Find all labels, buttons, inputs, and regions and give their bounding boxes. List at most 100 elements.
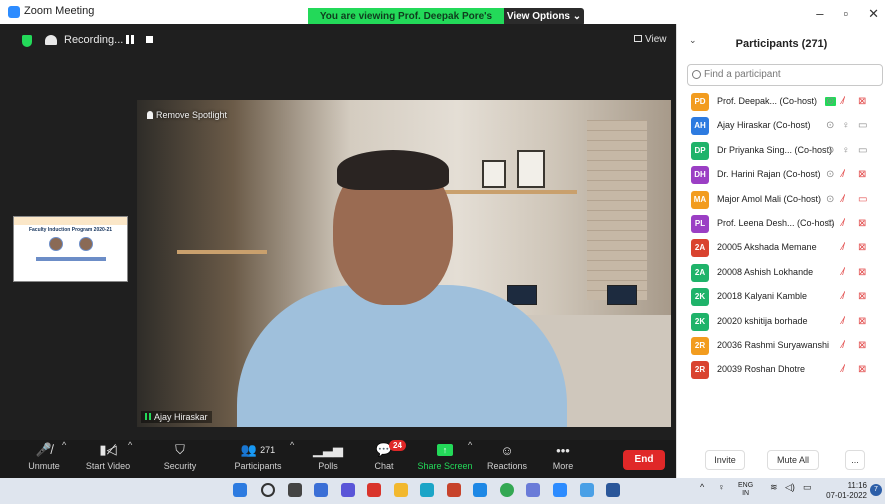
participant-row[interactable]: DH Dr. Harini Rajan (Co-host) ⊙ ⁄̸ ⊠ <box>677 163 885 187</box>
minimize-icon[interactable]: – <box>816 6 823 22</box>
participants-options-chevron[interactable]: ^ <box>290 440 294 478</box>
video-status-icon: ⊙ <box>826 217 835 229</box>
avatar: 2R <box>691 361 709 380</box>
camera-status-icon: ▭ <box>858 144 868 156</box>
mic-status-icon: ♀ <box>842 144 850 156</box>
teams-chat-icon[interactable] <box>341 483 355 497</box>
polls-button[interactable]: ▁▃▅ Polls <box>310 440 346 478</box>
more-button[interactable]: ••• More <box>546 440 580 478</box>
avatar: 2A <box>691 263 709 282</box>
audio-options-chevron[interactable]: ^ <box>62 440 66 478</box>
close-icon[interactable]: ✕ <box>868 6 879 22</box>
powerpoint-icon[interactable] <box>447 483 461 497</box>
video-options-chevron[interactable]: ^ <box>128 440 132 478</box>
mail-icon[interactable] <box>473 483 487 497</box>
monitor <box>607 285 637 305</box>
cloud-recording-icon <box>45 35 57 45</box>
mic-muted-icon: 🎤̸ <box>35 442 53 457</box>
taskbar-clock[interactable]: 11:16 07-01-2022 <box>826 481 867 501</box>
participants-button[interactable]: 👥 271 Participants <box>228 440 288 478</box>
participant-name: 20039 Roshan Dhotre <box>717 364 806 375</box>
participant-name: Dr Priyanka Sing... (Co-host) <box>717 144 833 155</box>
window-title: Zoom Meeting <box>24 5 95 17</box>
battery-icon[interactable]: ▭ <box>803 482 812 493</box>
participant-row[interactable]: PD Prof. Deepak... (Co-host) ⊙ ⁄̸ ⊠ <box>677 90 885 114</box>
thumb-faces <box>14 237 127 251</box>
search-icon <box>692 70 701 79</box>
participant-row[interactable]: AH Ajay Hiraskar (Co-host) ⊙ ♀ ▭ <box>677 114 885 138</box>
participant-search-input[interactable]: Find a participant <box>687 64 883 86</box>
participant-name: Major Amol Mali (Co-host) <box>717 193 822 204</box>
shelf <box>177 250 267 254</box>
participant-name: 20005 Akshada Memane <box>717 242 817 253</box>
start-icon[interactable] <box>233 483 247 497</box>
word-icon[interactable] <box>606 483 620 497</box>
thumb-face <box>48 237 63 251</box>
mic-status-icon: ⁄̸ <box>842 266 844 278</box>
mic-status-icon: ⁄̸ <box>842 169 844 181</box>
thumb-face <box>78 237 93 251</box>
unmute-button[interactable]: 🎤̸ Unmute <box>22 440 66 478</box>
maximize-icon[interactable]: ▫ <box>843 6 848 22</box>
participant-row[interactable]: 2R 20039 Roshan Dhotre ⁄̸ ⊠ <box>677 358 885 382</box>
participant-row[interactable]: 2A 20005 Akshada Memane ⁄̸ ⊠ <box>677 236 885 260</box>
spotlight-video[interactable]: Remove Spotlight Ajay Hiraskar <box>137 100 671 427</box>
pause-recording-icon[interactable] <box>126 35 134 44</box>
meeting-controls: 🎤̸ Unmute ^ ▮◁̸ Start Video ^ ⛉ Security… <box>0 440 676 478</box>
reactions-button[interactable]: ☺ Reactions <box>484 440 530 478</box>
participant-name: 20008 Ashish Lokhande <box>717 266 814 277</box>
avatar: PD <box>691 93 709 111</box>
remove-spotlight-button[interactable]: Remove Spotlight <box>147 110 227 120</box>
language-indicator[interactable]: ENG IN <box>738 482 753 498</box>
edge-icon[interactable] <box>420 483 434 497</box>
task-view-icon[interactable] <box>288 483 302 497</box>
camera-status-icon: ⊠ <box>858 96 867 107</box>
participant-name: Ajay Hiraskar (Co-host) <box>717 120 811 131</box>
participant-row[interactable]: DP Dr Priyanka Sing... (Co-host) ⊙ ♀ ▭ <box>677 139 885 163</box>
shelf <box>427 190 577 194</box>
share-screen-button[interactable]: ↑ Share Screen <box>416 440 474 478</box>
mic-status-icon: ♀ <box>842 120 850 132</box>
thumb-bar <box>35 257 106 261</box>
panel-more-button[interactable]: ... <box>845 450 865 470</box>
wifi-icon[interactable]: ≋ <box>770 482 778 493</box>
app-icon[interactable] <box>367 483 381 497</box>
camera-status-icon: ⊠ <box>858 339 867 351</box>
app-icon[interactable] <box>526 483 540 497</box>
stop-recording-icon[interactable] <box>146 36 153 43</box>
invite-button[interactable]: Invite <box>705 450 745 470</box>
participant-name: 20036 Rashmi Suryawanshi <box>717 339 830 350</box>
camera-status-icon: ▭ <box>858 193 868 205</box>
chrome-icon[interactable] <box>500 483 514 497</box>
share-options-chevron[interactable]: ^ <box>468 440 472 478</box>
participants-icon: 👥 271 <box>240 442 276 457</box>
shield-icon[interactable] <box>22 35 32 47</box>
avatar: PL <box>691 214 709 233</box>
mute-all-button[interactable]: Mute All <box>767 450 819 470</box>
video-status-icon: ⊙ <box>826 120 835 132</box>
panel-header: ⌄ Participants (271) <box>677 24 885 60</box>
avatar: 2K <box>691 288 709 307</box>
shared-screen-thumbnail[interactable]: Faculty Induction Program 2020-21 <box>13 216 128 282</box>
participant-row[interactable]: 2R 20036 Rashmi Suryawanshi ⁄̸ ⊠ <box>677 334 885 358</box>
chevron-up-icon[interactable]: ^ <box>700 482 704 492</box>
file-explorer-icon[interactable] <box>394 483 408 497</box>
notification-badge[interactable]: 7 <box>870 484 882 496</box>
participant-row[interactable]: 2K 20018 Kalyani Kamble ⁄̸ ⊠ <box>677 285 885 309</box>
volume-icon[interactable]: ◁) <box>785 482 795 493</box>
camera-status-icon: ▭ <box>858 120 868 132</box>
participant-row[interactable]: MA Major Amol Mali (Co-host) ⊙ ⁄̸ ▭ <box>677 188 885 212</box>
notepad-icon[interactable] <box>580 483 594 497</box>
security-button[interactable]: ⛉ Security <box>158 440 202 478</box>
search-icon[interactable] <box>261 483 275 497</box>
participant-row[interactable]: 2K 20020 kshitija borhade ⁄̸ ⊠ <box>677 310 885 334</box>
video-status-icon: ⊙ <box>826 144 835 156</box>
view-button[interactable]: View <box>634 34 667 45</box>
participant-row[interactable]: 2A 20008 Ashish Lokhande ⁄̸ ⊠ <box>677 261 885 285</box>
zoom-taskbar-icon[interactable] <box>553 483 567 497</box>
end-meeting-button[interactable]: End <box>623 450 665 470</box>
participant-row[interactable]: PL Prof. Leena Desh... (Co-host) ⊙ ⁄̸ ⊠ <box>677 212 885 236</box>
camera-status-icon: ⊠ <box>858 242 867 254</box>
widgets-icon[interactable] <box>314 483 328 497</box>
camera-status-icon: ⊠ <box>858 291 867 303</box>
